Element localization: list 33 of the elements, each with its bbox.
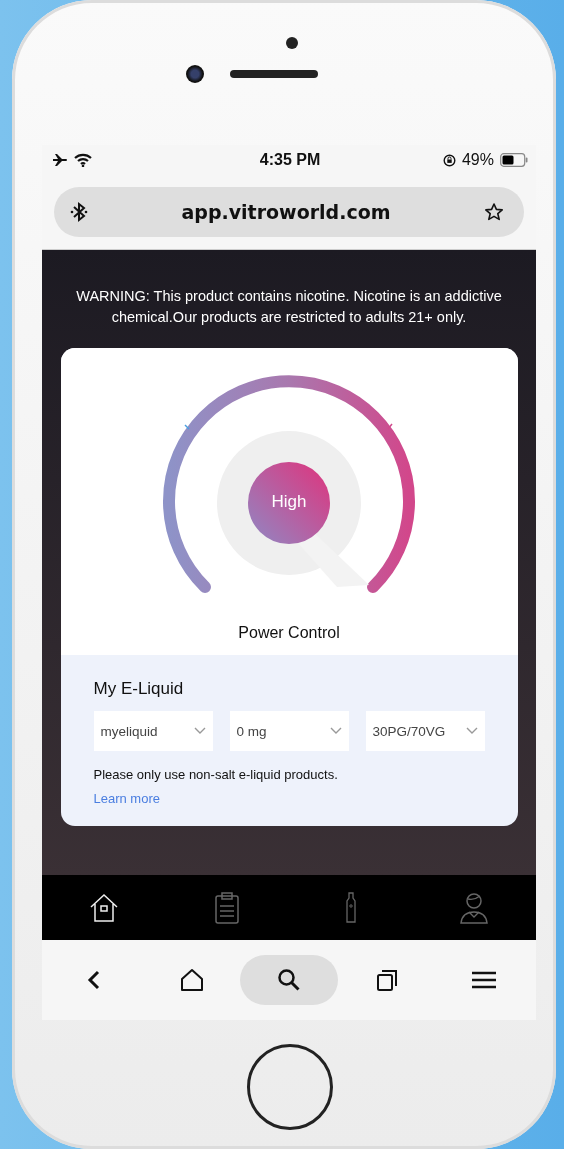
power-control-label: Power Control xyxy=(238,624,340,642)
dropdown[interactable]: myeliquid xyxy=(93,711,213,751)
user-icon xyxy=(460,891,489,924)
menu-icon xyxy=(471,970,497,990)
wifi-icon xyxy=(74,153,92,167)
bluetooth-icon xyxy=(70,201,88,223)
airplane-icon xyxy=(52,153,68,167)
home-button[interactable] xyxy=(247,1043,333,1130)
address-bar[interactable]: app.vitroworld.com xyxy=(54,187,524,237)
dropdown[interactable]: 0 mg xyxy=(229,711,349,751)
back-chevron-icon xyxy=(87,970,101,990)
chevron-down-icon xyxy=(193,727,206,735)
learn-more-link[interactable]: Learn more xyxy=(93,791,160,806)
battery-percent: 49% xyxy=(461,151,494,169)
home-icon xyxy=(179,968,204,992)
notice-text: Please only use non-salt e-liquid products. xyxy=(93,767,339,782)
power-level-label: High xyxy=(270,492,308,512)
camera-lens xyxy=(186,65,204,83)
tabs-icon xyxy=(375,968,398,992)
chevron-down-icon xyxy=(329,727,342,735)
chevron-down-icon xyxy=(465,727,478,735)
rotation-lock-icon xyxy=(442,153,456,167)
battery-icon xyxy=(500,153,528,167)
search-icon xyxy=(277,968,301,992)
status-time: 4:35 PM xyxy=(259,151,321,169)
camera-dot xyxy=(286,37,298,49)
clipboard-icon xyxy=(214,891,241,924)
bookmark-star-icon[interactable] xyxy=(484,202,504,222)
nicotine-warning: WARNING: This product contains nicotine. Nicotine is an addictive chemical.Our products are restricted to adults 21+ only. xyxy=(75,287,503,327)
dropdown[interactable]: 30PG/70VG xyxy=(365,711,485,751)
toolbar-button[interactable] xyxy=(240,955,338,1005)
section-title: My E-Liquid xyxy=(93,679,185,699)
vape-pen-icon xyxy=(344,891,357,924)
